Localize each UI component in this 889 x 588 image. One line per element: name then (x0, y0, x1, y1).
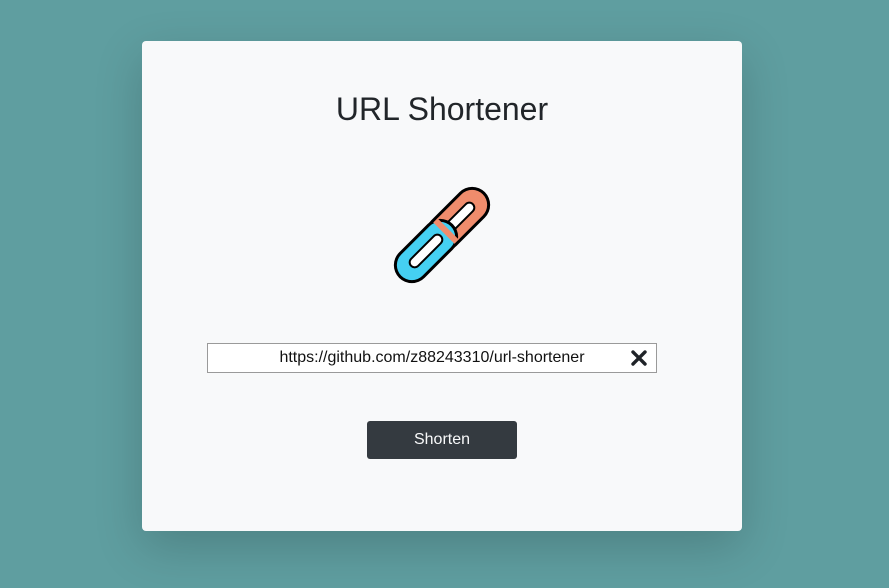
page-title: URL Shortener (335, 91, 549, 127)
close-icon[interactable] (630, 349, 648, 367)
shortener-card: URL Shortener https://github.com/z882433… (142, 41, 742, 531)
chain-link-icon (378, 171, 506, 299)
url-input[interactable] (208, 344, 656, 372)
shorten-button[interactable]: Shorten (367, 421, 517, 459)
url-field (207, 343, 657, 373)
